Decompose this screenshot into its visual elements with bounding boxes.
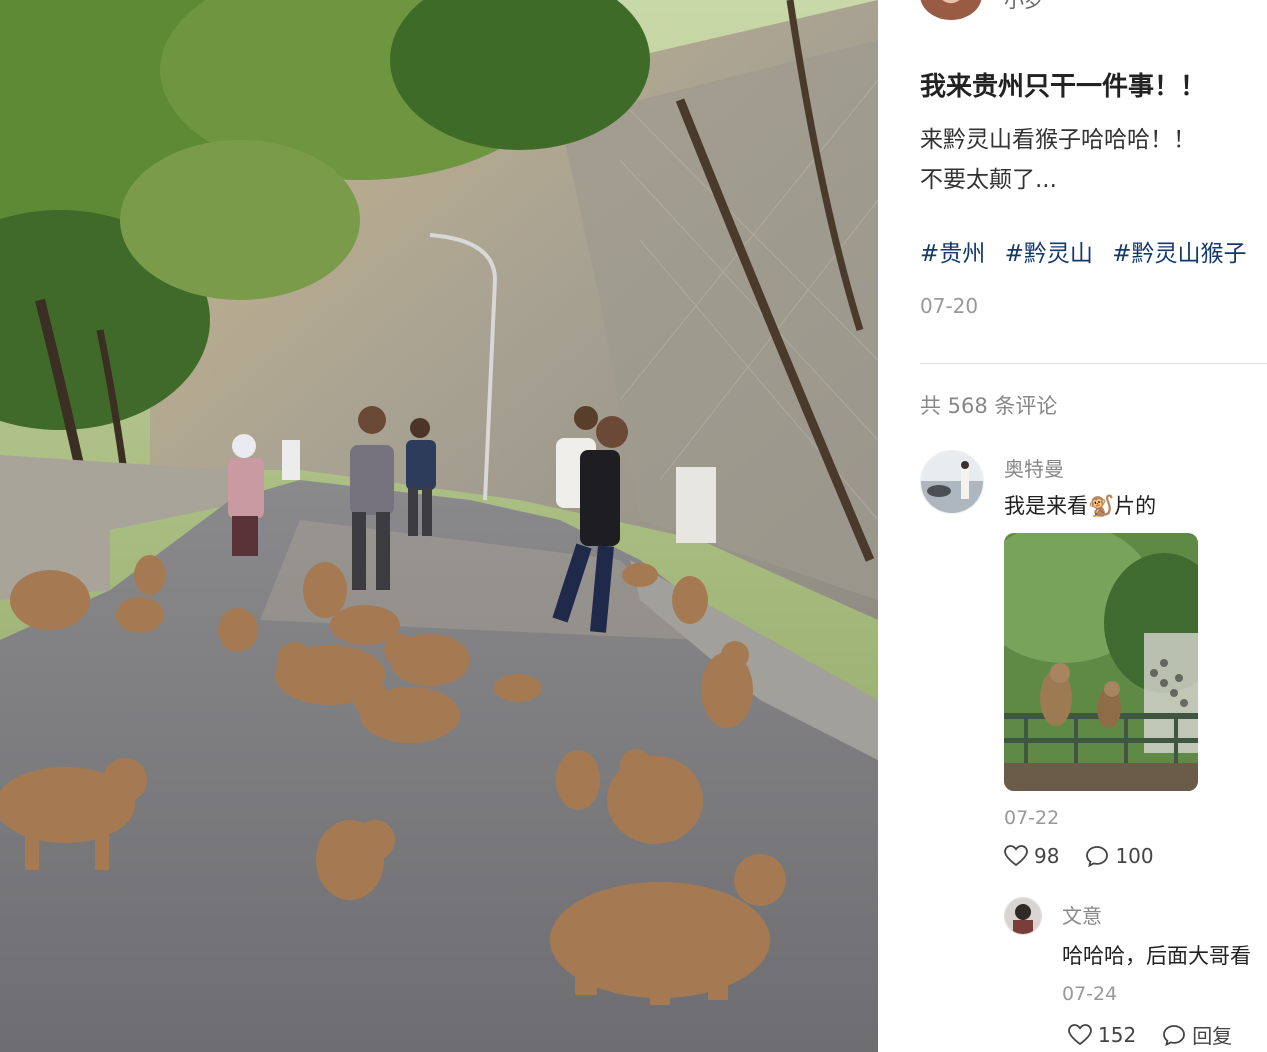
- post-title: 我来贵州只干一件事！！: [920, 72, 1207, 102]
- avatar-photo: [921, 451, 983, 513]
- reply-actions: 152 回复: [1068, 1020, 1258, 1049]
- author-avatar[interactable]: [920, 0, 982, 20]
- tag-link[interactable]: #黔灵山: [1005, 241, 1093, 267]
- tag-link[interactable]: #贵州: [920, 241, 985, 267]
- speech-bubble-icon: [1163, 1024, 1186, 1046]
- comment-actions: 98 100: [1004, 844, 1180, 868]
- reply-author-name[interactable]: 文意: [1062, 900, 1102, 929]
- monkeys-on-mountain-road-image: [0, 0, 878, 1052]
- avatar-photo: [1005, 898, 1041, 934]
- like-button[interactable]: 152: [1068, 1023, 1136, 1047]
- post-photo[interactable]: [0, 0, 878, 1052]
- post-body-line: 不要太颠了...: [920, 167, 1057, 193]
- comment-text: 我是来看🐒片的: [1004, 490, 1156, 520]
- divider: [920, 363, 1267, 364]
- comment-image[interactable]: [1004, 533, 1198, 791]
- reply-count: 100: [1115, 844, 1154, 868]
- comment-text-part: 我是来看: [1004, 494, 1088, 518]
- comment-text-part: 片的: [1114, 494, 1157, 518]
- reply-avatar[interactable]: [1004, 897, 1042, 935]
- post-detail-panel: 小罗 我来贵州只干一件事！！ 来黔灵山看猴子哈哈哈！！ 不要太颠了... #贵州…: [878, 0, 1267, 1052]
- reply-date: 07-24: [1062, 983, 1118, 1005]
- heart-outline-icon: [1004, 845, 1028, 867]
- reply-button[interactable]: 100: [1085, 844, 1154, 868]
- like-count: 152: [1098, 1022, 1137, 1047]
- tag-link[interactable]: #黔灵山猴子: [1112, 241, 1246, 267]
- speech-bubble-icon: [1086, 846, 1109, 867]
- comment-date: 07-22: [1004, 807, 1060, 829]
- post-body-line: 来黔灵山看猴子哈哈哈！！: [920, 127, 1196, 153]
- commenter-name[interactable]: 奥特曼: [1004, 453, 1064, 482]
- monkey-emoji-icon: 🐒: [1088, 494, 1115, 518]
- reply-button[interactable]: 回复: [1162, 1020, 1232, 1049]
- comment-count: 共 568 条评论: [920, 394, 1058, 418]
- like-button[interactable]: 98: [1004, 844, 1059, 868]
- post-body: 来黔灵山看猴子哈哈哈！！ 不要太颠了...: [920, 120, 1196, 200]
- post-date: 07-20: [920, 294, 979, 318]
- monkeys-on-railing-image: [1004, 533, 1198, 791]
- post-tags: #贵州 #黔灵山 #黔灵山猴子 #: [920, 234, 1267, 268]
- author-name[interactable]: 小罗: [1004, 0, 1044, 13]
- reply-text: 哈哈哈，后面大哥看: [1062, 944, 1251, 968]
- reply-label: 回复: [1192, 1024, 1233, 1048]
- heart-outline-icon: [1068, 1023, 1092, 1045]
- like-count: 98: [1034, 844, 1060, 868]
- commenter-avatar[interactable]: [920, 450, 984, 514]
